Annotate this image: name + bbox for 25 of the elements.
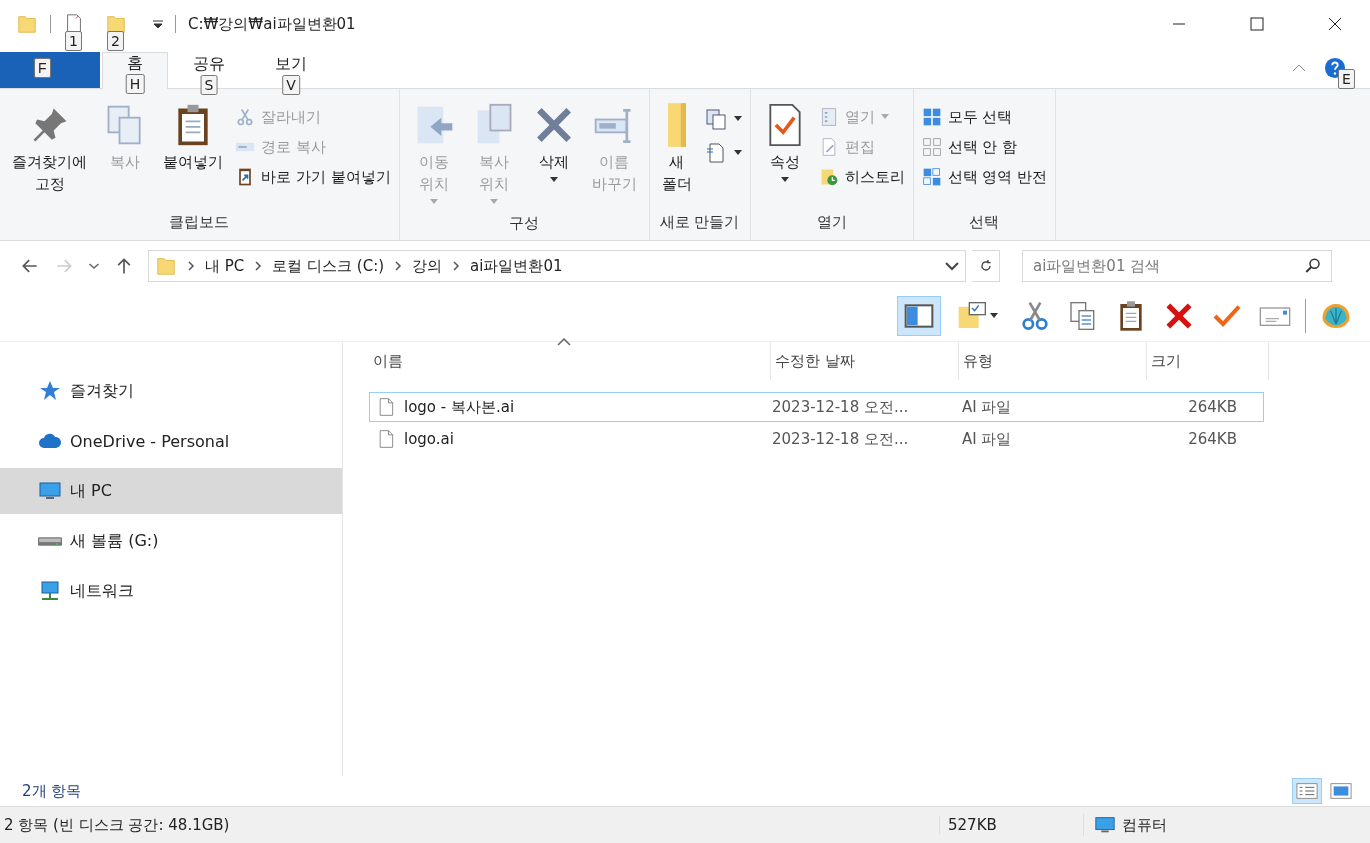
group-label: 새로 만들기	[658, 212, 741, 233]
key-tip-tooltip: V	[282, 75, 300, 95]
file-name: logo.ai	[404, 430, 454, 448]
item-count: 2개 항목	[22, 781, 82, 801]
size-cell-text: 264KB	[1187, 398, 1238, 416]
group-label: 열기	[815, 212, 848, 233]
group-label: 선택	[968, 212, 1001, 233]
status-summary: 2 항목 (빈 디스크 공간: 48.1GB)	[3, 815, 231, 835]
date-cell-text: 2023-12-18 오전...	[771, 429, 910, 449]
group-label: 구성	[508, 213, 541, 234]
window-title: C:₩강의₩ai파일변환01	[188, 14, 356, 34]
type-cell-text: AI 파일	[961, 429, 1013, 449]
key-tip-tooltip: H	[125, 74, 145, 94]
key-tip: 1	[65, 31, 82, 51]
type-cell-text: AI 파일	[961, 397, 1013, 417]
status-size: 527KB	[939, 816, 1083, 834]
key-tip: E	[1338, 69, 1355, 89]
key-tip: 2	[107, 31, 124, 51]
size-cell-text: 264KB	[1187, 430, 1238, 448]
file-name: logo - 복사본.ai	[404, 397, 515, 417]
date-cell-text: 2023-12-18 오전...	[771, 397, 910, 417]
group-label: 클립보드	[168, 212, 231, 233]
key-tip-tooltip: S	[200, 75, 218, 95]
status-location: 컴퓨터	[1122, 815, 1167, 835]
key-tip: F	[34, 58, 51, 78]
